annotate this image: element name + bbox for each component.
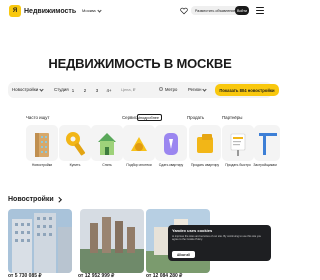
services-badge[interactable]: подробнее [137,114,163,121]
tile-mortgage[interactable] [123,125,155,161]
metro-icon [159,87,163,91]
chevron-down-icon [39,86,44,92]
header: Я Недвижимость Москва Разместить объявле… [0,0,280,24]
newbuild-price: от 12 952 999 ₽ [78,273,115,279]
tile-buy[interactable] [59,125,91,161]
newbuild-card[interactable] [80,209,144,273]
property-type-select[interactable]: Новостройки [12,86,44,92]
logo[interactable]: Я Недвижимость [9,5,76,17]
key-icon [66,132,86,156]
tile-developers[interactable] [254,125,280,161]
coins-icon [131,137,147,151]
category-buy: Часто ищут [26,115,50,120]
category-partners: Партнёры [222,115,243,120]
newbuilds-title: Новостройки [8,196,54,203]
newbuild-card[interactable] [8,209,72,273]
search-bar: Новостройки Студия 1 2 3 4+ Цена, ₽ Метр… [8,82,279,98]
rooms-3[interactable]: 3 [91,85,103,95]
tile-label: Застройщикам [253,163,277,167]
newbuild-photo [8,209,72,273]
metro-select[interactable]: Метро [165,87,177,92]
chevron-down-icon [97,7,102,13]
category-sell: Продать [187,115,205,120]
login-button[interactable]: Войти [235,6,249,15]
show-results-button[interactable]: Показать 804 новостройки [215,84,279,96]
price-input[interactable]: Цена, ₽ [121,87,135,92]
rooms-1[interactable]: 1 [67,85,79,95]
building-icon [35,133,49,157]
menu-icon[interactable] [256,7,264,14]
city-selector[interactable]: Москва [82,7,102,13]
logo-text: Недвижимость [24,7,77,15]
cookie-text: to improve the sites and services of our… [172,235,262,242]
place-ad-button[interactable]: Разместить объявление [191,6,240,15]
newbuilds-section-title[interactable]: Новостройки [8,196,61,203]
tile-rent-out[interactable] [155,125,187,161]
heart-icon[interactable] [180,7,188,15]
tile-newbuilds[interactable] [26,125,58,161]
chevron-right-icon [55,197,61,203]
crane-icon [259,133,277,155]
logo-badge: Я [9,5,21,17]
tile-rent[interactable] [91,125,123,161]
rooms-4-plus[interactable]: 4+ [103,85,115,95]
rooms-2[interactable]: 2 [79,85,91,95]
tag-icon [164,133,178,155]
tile-sell[interactable] [189,125,221,161]
house-icon [98,133,116,155]
chevron-down-icon [202,86,208,92]
cookie-allow-button[interactable]: Allow all [172,251,195,258]
sign-icon [230,133,246,156]
newbuild-price: от 5 730 085 ₽ [8,273,42,279]
city-label: Москва [82,8,96,13]
cookie-banner: Yandex uses cookies to improve the sites… [168,225,271,261]
cookie-title: Yandex uses cookies [172,228,213,233]
region-label: Регион [188,87,202,92]
region-select[interactable]: Регион [188,86,208,92]
newbuild-photo [80,209,144,273]
property-type-value: Новостройки [12,87,39,92]
page-title: НЕДВИЖИМОСТЬ В МОСКВЕ [48,56,232,71]
wallet-icon [197,134,213,153]
newbuild-price: от 12 084 280 ₽ [146,273,183,279]
tile-sell-fast[interactable] [222,125,254,161]
